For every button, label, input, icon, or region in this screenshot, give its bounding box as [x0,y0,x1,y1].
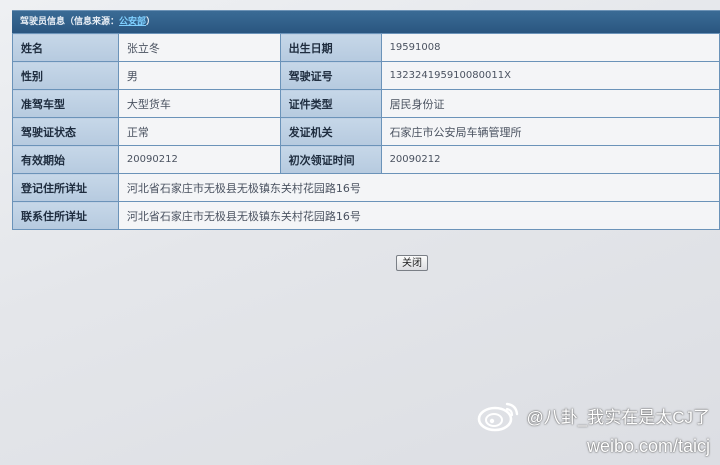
table-row: 联系住所详址 河北省石家庄市无极县无极镇东关村花园路16号 [12,201,720,230]
value-vehicle-class: 大型货车 [117,89,281,118]
value-license-number: 132324195910080011X [380,61,720,90]
panel-header: 驾驶员信息（信息来源：公安部） [12,10,720,33]
value-contact-address: 河北省石家庄市无极县无极镇东关村花园路16号 [117,201,720,230]
driver-info-table: 姓名 张立冬 出生日期 19591008 性别 男 驾驶证号 132324195… [12,33,720,230]
value-valid-from: 20090212 [117,145,281,174]
value-license-status: 正常 [117,117,281,146]
weibo-watermark: @八卦_我实在是太CJ了 weibo.com/taicj [477,398,711,457]
value-birth-date: 19591008 [380,33,720,62]
driver-info-panel: 驾驶员信息（信息来源：公安部） 姓名 张立冬 出生日期 19591008 性别 … [12,10,720,230]
value-first-issue-date: 20090212 [380,145,720,174]
label-name: 姓名 [12,33,119,62]
close-button[interactable]: 关闭 [396,255,428,271]
table-row: 有效期始 20090212 初次领证时间 20090212 [12,145,720,174]
label-id-type: 证件类型 [279,89,382,118]
value-issuing-authority: 石家庄市公安局车辆管理所 [380,117,720,146]
weibo-logo-icon [477,402,518,432]
panel-title: 驾驶员信息（信息来源： [20,17,120,27]
table-row: 登记住所详址 河北省石家庄市无极县无极镇东关村花园路16号 [12,173,720,202]
watermark-url: weibo.com/taicj [586,436,710,456]
table-row: 性别 男 驾驶证号 132324195910080011X [12,61,720,90]
label-license-status: 驾驶证状态 [12,117,119,146]
value-registered-address: 河北省石家庄市无极县无极镇东关村花园路16号 [117,173,720,202]
table-row: 准驾车型 大型货车 证件类型 居民身份证 [12,89,720,118]
source-link[interactable]: 公安部 [119,17,146,27]
label-registered-address: 登记住所详址 [12,173,119,202]
value-gender: 男 [117,61,281,90]
label-contact-address: 联系住所详址 [12,201,119,230]
label-first-issue-date: 初次领证时间 [279,145,382,174]
label-vehicle-class: 准驾车型 [12,89,119,118]
label-valid-from: 有效期始 [12,145,119,174]
watermark-handle: @八卦_我实在是太CJ了 [526,407,711,427]
panel-title-suffix: ） [146,17,156,27]
label-issuing-authority: 发证机关 [279,117,382,146]
value-id-type: 居民身份证 [380,89,720,118]
value-name: 张立冬 [117,33,281,62]
label-gender: 性别 [12,61,119,90]
label-license-number: 驾驶证号 [279,61,382,90]
label-birth-date: 出生日期 [279,33,382,62]
table-row: 姓名 张立冬 出生日期 19591008 [12,33,720,62]
table-row: 驾驶证状态 正常 发证机关 石家庄市公安局车辆管理所 [12,117,720,146]
